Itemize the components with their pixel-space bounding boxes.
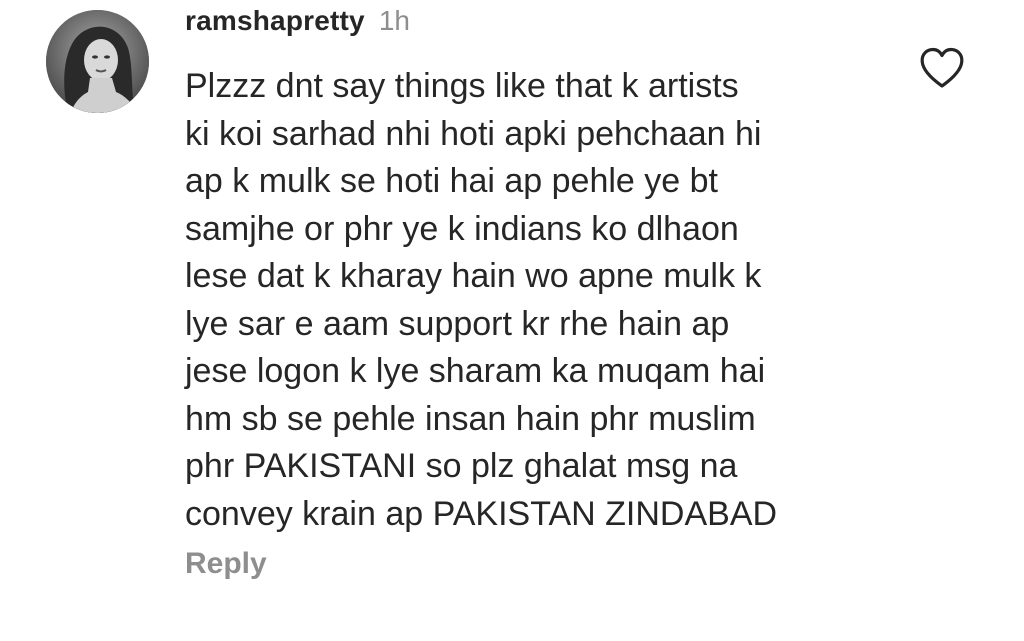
comment-text: Plzzz dnt say things like that k artists… xyxy=(185,63,905,538)
comment-line: convey krain ap PAKISTAN ZINDABAD xyxy=(185,494,778,533)
comment-line: ki koi sarhad nhi hoti apki pehchaan hi xyxy=(185,114,762,153)
comment-line: hm sb se pehle insan hain phr muslim xyxy=(185,399,756,438)
timestamp: 1h xyxy=(378,5,410,36)
comment-line: Plzzz dnt say things like that k artists xyxy=(185,67,739,105)
heart-outline-icon[interactable] xyxy=(919,47,965,89)
comment-header: ramshapretty 1h xyxy=(185,5,410,45)
username[interactable]: ramshapretty xyxy=(185,5,365,37)
reply-button[interactable]: Reply xyxy=(185,547,267,581)
comment-line: lese dat k kharay hain wo apne mulk k xyxy=(185,257,762,295)
profile-photo-image xyxy=(46,10,149,113)
comment-line: samjhe or phr ye k indians ko dlhaon xyxy=(185,209,739,248)
avatar[interactable] xyxy=(46,10,149,113)
comment-line: lye sar e aam support kr rhe hain ap xyxy=(185,304,730,343)
comment-line: ap k mulk se hoti hai ap pehle ye bt xyxy=(185,162,718,200)
comment-line: phr PAKISTANI so plz ghalat msg na xyxy=(185,447,738,485)
comment-line: jese logon k lye sharam ka muqam hai xyxy=(185,352,766,390)
